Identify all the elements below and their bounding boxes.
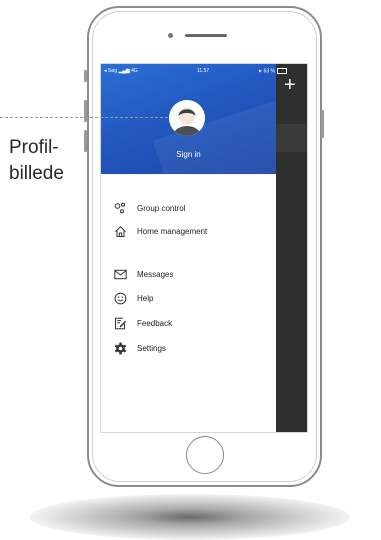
status-right: ➤ 63 % [258,68,288,75]
envelope-icon [113,267,127,281]
clock: 11.57 [197,68,210,74]
status-bar: ◂ Søg ▂▄▆ 4G 11.57 ➤ 63 % [101,66,307,76]
smiley-icon [113,291,127,305]
background-screen: + [276,64,307,432]
menu-item-settings[interactable]: Settings [113,340,166,356]
earpiece-speaker [185,34,227,37]
home-button[interactable] [186,436,224,474]
menu-item-group-control[interactable]: Group control [113,200,185,216]
add-device-icon[interactable]: + [284,75,296,95]
profile-avatar[interactable] [169,100,205,136]
power-button [321,110,324,138]
menu-label: Feedback [137,318,173,328]
battery-icon [277,68,288,74]
menu-item-feedback[interactable]: Feedback [113,315,172,331]
home-icon [113,224,127,238]
callout-label: Profil- billede [9,135,64,187]
callout-line [0,117,168,118]
sign-in-link[interactable]: Sign in [101,150,276,159]
volume-up-button [84,100,87,122]
signal-icon: ▂▄▆ [118,68,130,74]
volume-down-button [84,130,87,152]
background-list-row [276,124,307,152]
mute-switch [84,70,87,82]
side-drawer: Sign in Group control Home management Me… [101,64,276,432]
feedback-icon [113,316,127,330]
group-control-icon [113,201,127,215]
menu-item-home-management[interactable]: Home management [113,223,207,239]
phone-screen: ◂ Søg ▂▄▆ 4G 11.57 ➤ 63 % + Sign in Grou… [100,63,308,433]
status-left: ◂ Søg ▂▄▆ 4G [104,68,138,74]
menu-item-messages[interactable]: Messages [113,266,173,282]
menu-label: Messages [137,269,174,279]
location-icon: ➤ [258,68,263,75]
menu-label: Help [137,293,154,303]
menu-item-help[interactable]: Help [113,290,153,306]
avatar-person-icon [169,100,205,136]
network-label: 4G [131,68,138,74]
floor-shadow [30,494,350,540]
callout-line-1: Profil- [9,137,59,158]
menu-label: Settings [137,343,166,353]
menu-label: Home management [137,226,208,236]
menu-label: Group control [137,203,186,213]
callout-line-2: billede [9,163,64,184]
gear-icon [113,341,127,355]
front-camera [168,33,173,38]
battery-percent: 63 % [263,68,275,75]
carrier-label: ◂ Søg [104,68,118,74]
